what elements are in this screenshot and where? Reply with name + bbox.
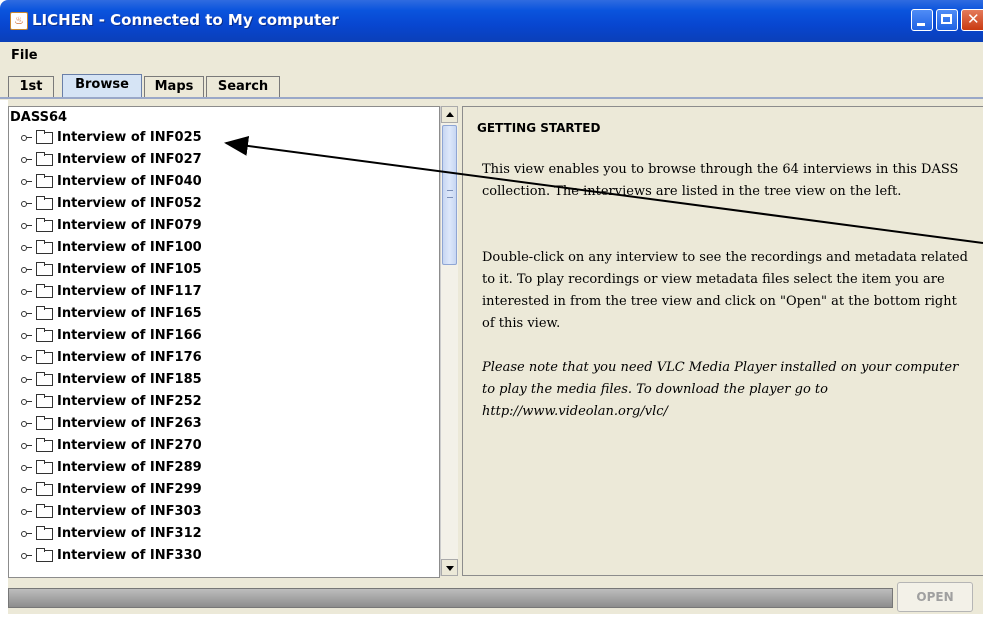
annotation-arrow-icon: [224, 135, 983, 244]
application-window: ♨ LICHEN - Connected to My computer File…: [0, 0, 983, 619]
